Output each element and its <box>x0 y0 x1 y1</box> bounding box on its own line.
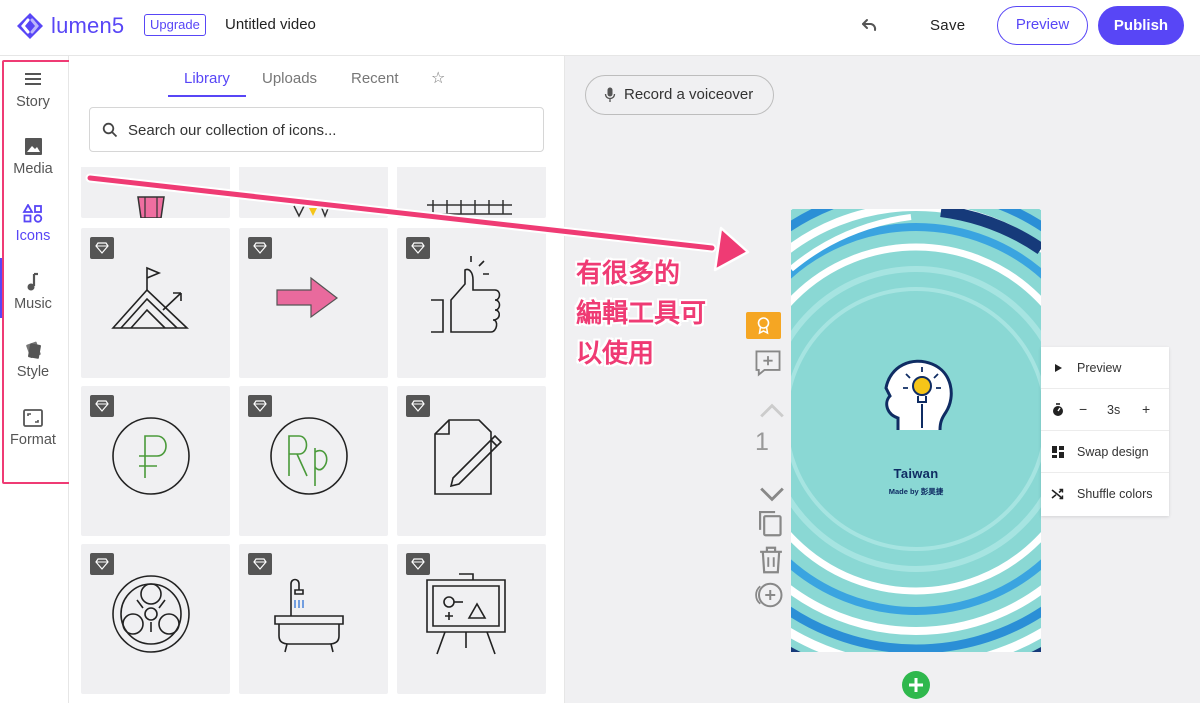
voiceover-label: Record a voiceover <box>624 86 754 103</box>
icon-tile[interactable] <box>239 167 388 218</box>
scene-preview-label: Preview <box>1077 361 1122 375</box>
icon-tile[interactable] <box>239 228 388 378</box>
search-input[interactable] <box>128 118 528 142</box>
scene-preview-option[interactable]: Preview <box>1041 347 1169 389</box>
icon-search-box[interactable] <box>89 107 544 152</box>
search-icon <box>102 122 118 138</box>
plus-icon <box>909 678 923 692</box>
record-voiceover-button[interactable]: Record a voiceover <box>585 75 774 115</box>
annotation-highlight-box <box>2 60 75 484</box>
duration-control: − 3s + <box>1041 389 1169 431</box>
annotation-text: 有很多的 編輯工具可 以使用 <box>576 254 726 374</box>
icon-tile[interactable] <box>81 544 230 694</box>
annotation-line: 以使用 <box>576 339 655 369</box>
layout-grid-icon <box>1052 446 1064 458</box>
duplicate-icon[interactable] <box>753 508 789 538</box>
brand-name: lumen5 <box>51 13 125 38</box>
bathtub-icon <box>274 578 344 653</box>
scene-style-badge[interactable] <box>746 312 781 339</box>
preview-button[interactable]: Preview <box>997 6 1088 45</box>
slide-title[interactable]: Taiwan <box>791 466 1041 481</box>
icon-tile[interactable] <box>397 228 546 378</box>
chevron-down-icon[interactable] <box>754 479 790 509</box>
annotation-line: 編輯工具可 <box>576 299 707 329</box>
duration-increase-button[interactable]: + <box>1142 401 1150 417</box>
ribbon-badge-icon <box>757 317 770 335</box>
library-tabs: Library Uploads Recent ☆ <box>69 56 565 100</box>
duration-value: 3s <box>1107 403 1121 417</box>
scene-editor: Record a voiceover 1 Taiwan Made by 彭昊捷 … <box>565 56 1200 703</box>
chevron-up-icon[interactable] <box>754 396 790 426</box>
slide-subtitle[interactable]: Made by 彭昊捷 <box>791 486 1041 497</box>
icon-library-panel: Library Uploads Recent ☆ <box>69 56 565 703</box>
star-icon[interactable]: ☆ <box>431 68 445 88</box>
swap-design-label: Swap design <box>1077 445 1149 459</box>
icon-tile[interactable] <box>81 386 230 536</box>
annotation-line: 有很多的 <box>576 259 681 289</box>
thumbs-up-icon <box>431 256 501 333</box>
publish-button[interactable]: Publish <box>1098 6 1184 45</box>
add-scene-button[interactable] <box>902 671 930 699</box>
document-pencil-icon <box>434 419 503 495</box>
scene-options-menu: Preview − 3s + Swap design Shuffle color… <box>1041 347 1169 516</box>
icon-tile[interactable] <box>397 386 546 536</box>
microphone-icon <box>604 87 616 102</box>
duration-decrease-button[interactable]: − <box>1079 401 1087 417</box>
icon-tile[interactable] <box>81 228 230 378</box>
pink-arrow-icon <box>276 276 339 319</box>
save-button[interactable]: Save <box>930 17 965 34</box>
lumen5-logo[interactable]: lumen5 <box>15 11 124 41</box>
scene-number: 1 <box>755 428 769 456</box>
fence-icon <box>427 200 512 215</box>
shuffle-icon <box>1051 488 1064 500</box>
add-scene-below-icon[interactable] <box>751 580 787 610</box>
swap-design-option[interactable]: Swap design <box>1041 431 1169 473</box>
rupiah-coin-icon <box>270 417 348 495</box>
lumen5-logo-icon <box>17 13 43 39</box>
add-text-icon[interactable] <box>750 348 786 378</box>
icon-tile[interactable] <box>397 544 546 694</box>
icon-tile[interactable] <box>239 544 388 694</box>
head-lightbulb-icon <box>884 359 953 431</box>
video-title[interactable]: Untitled video <box>225 16 316 33</box>
ruble-coin-icon <box>112 417 190 495</box>
scene-preview-canvas[interactable]: Taiwan Made by 彭昊捷 <box>791 209 1041 652</box>
easel-chart-icon <box>426 573 506 655</box>
icon-tile[interactable] <box>239 386 388 536</box>
upgrade-button[interactable]: Upgrade <box>144 14 206 36</box>
trash-icon[interactable] <box>753 545 789 575</box>
mountain-flag-icon <box>111 266 190 329</box>
shuffle-colors-label: Shuffle colors <box>1077 487 1153 501</box>
undo-icon[interactable] <box>858 15 880 37</box>
tab-library[interactable]: Library <box>184 70 230 87</box>
stars-icon <box>293 205 330 218</box>
icon-tile[interactable] <box>397 167 546 218</box>
biohazard-icon <box>112 575 190 653</box>
play-icon <box>1055 364 1062 372</box>
tab-underline <box>168 95 246 97</box>
icon-grid <box>69 167 565 703</box>
tab-recent[interactable]: Recent <box>351 70 399 87</box>
pink-cup-icon <box>137 196 165 218</box>
tab-uploads[interactable]: Uploads <box>262 70 317 87</box>
top-bar: lumen5 Upgrade Untitled video Save Previ… <box>0 0 1200 56</box>
icon-tile[interactable] <box>81 167 230 218</box>
stopwatch-icon <box>1053 403 1063 416</box>
shuffle-colors-option[interactable]: Shuffle colors <box>1041 473 1169 515</box>
